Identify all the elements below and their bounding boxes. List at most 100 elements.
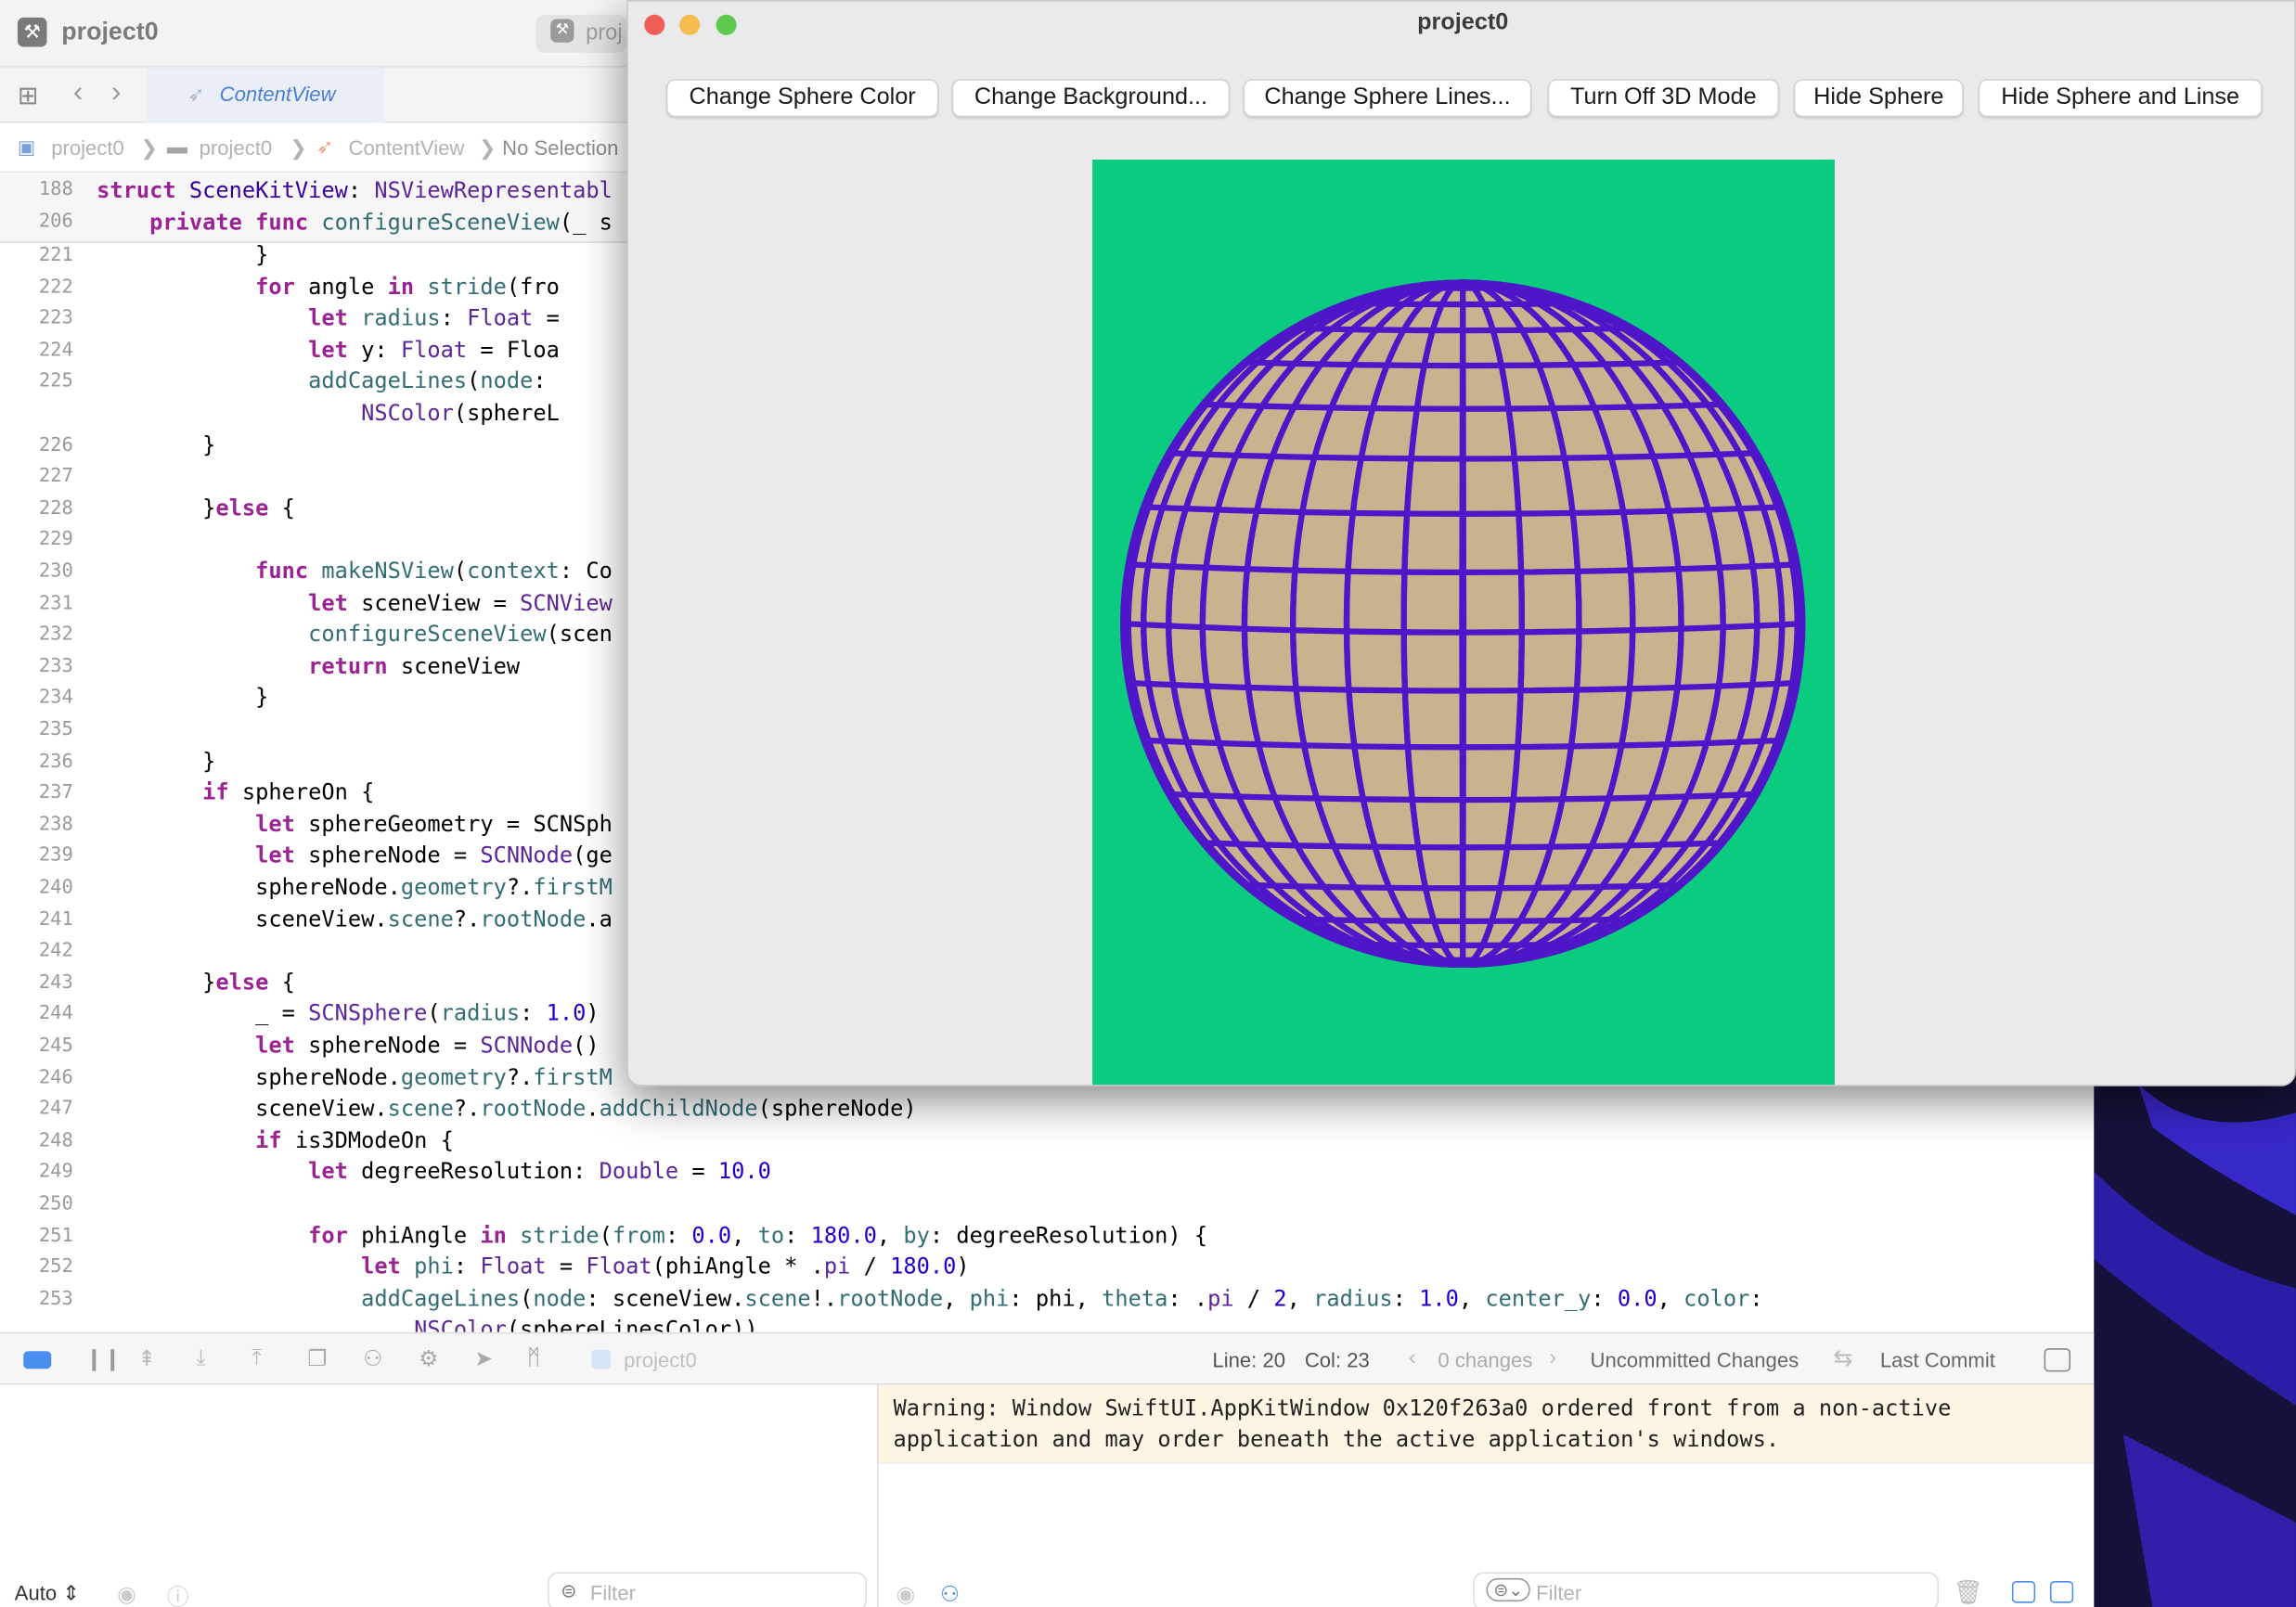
last-commit[interactable]: Last Commit [1880, 1348, 1995, 1371]
line-number: 225 [38, 370, 73, 393]
sphere [1120, 279, 1806, 968]
metal-icon[interactable]: ᛗ [527, 1345, 540, 1370]
trash-icon[interactable]: 🗑 [1954, 1578, 1983, 1607]
line-number: 251 [38, 1224, 73, 1247]
code-line: NSColor(sphereL [361, 399, 560, 427]
code-line: sceneView.scene?.rootNode.addChildNode(s… [97, 1095, 917, 1122]
eye-icon[interactable]: ◉ [117, 1581, 136, 1607]
auto-selector[interactable]: Auto ⇕ [15, 1581, 80, 1606]
line-number: 206 [38, 211, 73, 233]
breadcrumb-item[interactable]: project0 [51, 136, 124, 160]
line-number: 234 [38, 687, 73, 710]
environment-icon[interactable]: ⚙ [419, 1345, 438, 1372]
line-number: 239 [38, 845, 73, 868]
eye-icon[interactable]: ◉ [896, 1581, 916, 1607]
compare-icon[interactable]: ⇆ [1833, 1343, 1852, 1373]
toggle-icon[interactable]: ⚇ [940, 1581, 960, 1607]
console-filter[interactable]: ⊜⌄ Filter [1473, 1572, 1940, 1607]
code-line: return sceneView [308, 652, 521, 679]
line-number: 243 [38, 971, 73, 995]
back-chevron-icon[interactable]: ‹ [73, 76, 84, 109]
show-console-icon[interactable] [2049, 1581, 2074, 1603]
filter-placeholder: Filter [1536, 1581, 1582, 1605]
turn-off-3d-mode-button[interactable]: Turn Off 3D Mode [1547, 79, 1780, 118]
xcode-app-icon: ⚒ [17, 17, 47, 47]
line-number: 240 [38, 877, 73, 899]
code-line: NSColor(sphereLinesColor)) [414, 1317, 758, 1332]
line-number: 221 [38, 244, 73, 267]
breadcrumb-item[interactable]: project0 [200, 136, 273, 160]
breakpoint-toggle-icon[interactable] [23, 1351, 52, 1369]
line-number: 237 [38, 781, 73, 804]
code-line: _ = SCNSphere(radius: 1.0) [97, 1000, 600, 1027]
variables-filter[interactable]: ⊜ Filter [548, 1572, 868, 1607]
uncommitted-changes[interactable]: Uncommitted Changes [1590, 1348, 1799, 1371]
hide-sphere-button[interactable]: Hide Sphere [1793, 79, 1964, 118]
hide-sphere-and-lines-button[interactable]: Hide Sphere and Linse [1978, 79, 2263, 118]
show-variables-icon[interactable] [2011, 1581, 2036, 1603]
code-line: let sphereNode = SCNNode(ge [255, 842, 613, 869]
change-background-button[interactable]: Change Background... [951, 79, 1231, 118]
xcode-app-icon: ⚒ [550, 19, 574, 43]
step-in-icon[interactable]: ⤓ [196, 1345, 205, 1370]
target-icon [591, 1349, 611, 1369]
line-number: 226 [38, 433, 73, 456]
line-number: 252 [38, 1256, 73, 1279]
line-number: 236 [38, 750, 73, 773]
variables-view: Auto ⇕ ◉ ⓘ ⊜ Filter [0, 1384, 879, 1607]
code-line: let degreeResolution: Double = 10.0 [308, 1158, 771, 1186]
info-icon[interactable]: ⓘ [167, 1581, 189, 1607]
project-tab-2[interactable]: ⚒ proj [535, 14, 627, 53]
view-hierarchy-icon[interactable]: ❐ [307, 1345, 327, 1372]
code-line: }else { [97, 494, 295, 521]
line-indicator: Line: 20 [1212, 1348, 1286, 1372]
code-line: sphereNode.geometry?.firstM [97, 873, 613, 901]
breadcrumb-item[interactable]: ContentView [349, 136, 465, 160]
longitude-line [1459, 279, 1467, 968]
line-number: 245 [38, 1035, 73, 1058]
filter-menu-icon[interactable]: ⊜⌄ [1486, 1577, 1530, 1602]
code-line: } [97, 242, 269, 268]
memory-graph-icon[interactable]: ⚇ [363, 1345, 382, 1372]
code-line: func makeNSView(context: Co [255, 558, 613, 585]
code-line: for angle in stride(fro [255, 273, 560, 300]
warning-text: Warning: Window SwiftUI.AppKitWindow 0x1… [893, 1395, 1952, 1453]
line-number: 232 [38, 624, 73, 647]
auto-selector-label: Auto [14, 1581, 58, 1605]
prev-change-icon[interactable]: ‹ [1409, 1345, 1416, 1370]
code-line: } [97, 684, 269, 711]
code-line: let sphereGeometry = SCNSph [255, 810, 613, 838]
chevron-updown-icon: ⇕ [62, 1581, 80, 1605]
debug-target[interactable]: project0 [624, 1348, 697, 1371]
app-titlebar: project0 [628, 2, 2295, 48]
breadcrumb-item[interactable]: No Selection [502, 136, 618, 160]
tab-contentview-label: ContentView [219, 82, 336, 106]
line-number: 228 [38, 497, 73, 520]
pause-icon[interactable]: ❙❙ [85, 1345, 123, 1372]
forward-chevron-icon[interactable]: › [111, 76, 122, 109]
step-over-icon[interactable]: ⇞ [137, 1345, 156, 1372]
next-change-icon[interactable]: › [1549, 1345, 1556, 1370]
line-number: 244 [38, 1003, 73, 1026]
line-number: 248 [38, 1129, 73, 1152]
change-sphere-color-button[interactable]: Change Sphere Color [665, 79, 939, 118]
code-line: let y: Float = Floa [308, 336, 560, 363]
change-sphere-lines-button[interactable]: Change Sphere Lines... [1243, 79, 1532, 118]
swift-icon: ➶ [187, 82, 205, 106]
toggle-debug-area-icon[interactable] [2044, 1348, 2071, 1372]
line-number: 247 [38, 1098, 73, 1121]
line-number: 223 [38, 307, 73, 330]
code-line: sceneView.scene?.rootNode.a [97, 906, 613, 932]
location-icon[interactable]: ➤ [474, 1345, 493, 1372]
code-line: for phiAngle in stride(from: 0.0, to: 18… [308, 1221, 1208, 1249]
line-number: 229 [38, 529, 73, 551]
code-line: if sphereOn { [202, 778, 375, 806]
column-indicator: Col: 23 [1304, 1348, 1370, 1372]
line-number: 238 [38, 813, 73, 836]
scenekit-view[interactable] [1092, 159, 1835, 1086]
step-out-icon[interactable]: ⤒ [252, 1345, 261, 1370]
console-warning: Warning: Window SwiftUI.AppKitWindow 0x1… [878, 1384, 2095, 1464]
code-line: sphereNode.geometry?.firstM [97, 1063, 613, 1090]
grid-icon[interactable]: ⊞ [18, 82, 38, 111]
code-line: let sphereNode = SCNNode() [255, 1032, 600, 1059]
